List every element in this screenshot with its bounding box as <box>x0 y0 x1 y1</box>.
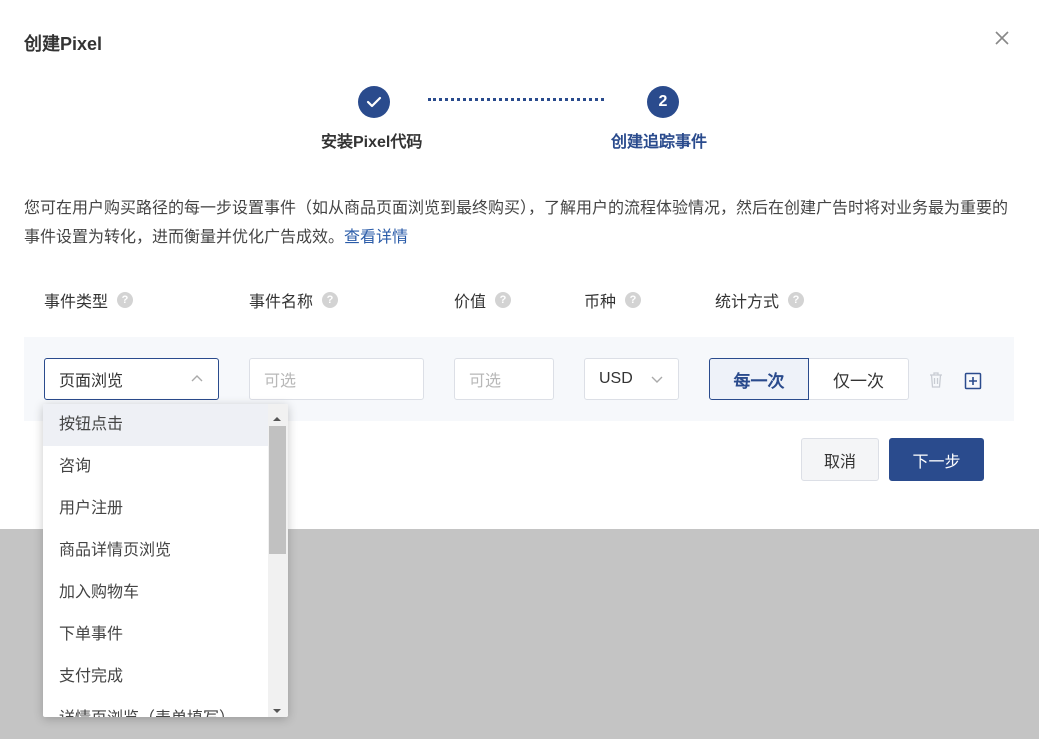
col-event-type-label: 事件类型 <box>44 294 109 311</box>
modal-title: 创建Pixel <box>24 34 103 54</box>
dropdown-option[interactable]: 用户注册 <box>43 488 268 530</box>
chevron-up-icon <box>190 372 204 391</box>
plus-square-icon[interactable] <box>964 372 982 395</box>
event-type-dropdown: 按钮点击 咨询 用户注册 商品详情页浏览 加入购物车 下单事件 支付完成 详情页… <box>43 404 288 717</box>
dropdown-option[interactable]: 商品详情页浏览 <box>43 530 268 572</box>
col-event-name: 事件名称 ? <box>249 288 339 312</box>
dropdown-option[interactable]: 支付完成 <box>43 656 268 698</box>
count-every-button[interactable]: 每一次 <box>709 358 809 400</box>
step-connector <box>428 98 604 101</box>
step-1-label: 安装Pixel代码 <box>321 134 423 151</box>
col-count-method-label: 统计方式 <box>715 294 780 311</box>
col-value-label: 价值 <box>454 294 487 311</box>
currency-value: USD <box>599 370 633 387</box>
cancel-button[interactable]: 取消 <box>801 438 879 481</box>
event-type-value: 页面浏览 <box>59 373 124 390</box>
col-currency-label: 币种 <box>584 294 617 311</box>
help-icon[interactable]: ? <box>322 292 339 308</box>
view-details-link[interactable]: 查看详情 <box>344 229 408 246</box>
event-name-placeholder: 可选 <box>264 373 297 390</box>
trash-icon[interactable] <box>928 371 944 394</box>
dropdown-option[interactable]: 详情页浏览（表单填写） <box>43 698 268 717</box>
step-2-circle: 2 <box>647 86 679 118</box>
description-text: 您可在用户购买路径的每一步设置事件（如从商品页面浏览到最终购买），了解用户的流程… <box>24 200 1009 246</box>
help-icon[interactable]: ? <box>117 292 134 308</box>
col-value: 价值 ? <box>454 288 512 312</box>
scrollbar-thumb[interactable] <box>269 426 286 554</box>
event-name-input[interactable]: 可选 <box>249 358 424 400</box>
next-step-button[interactable]: 下一步 <box>889 438 984 481</box>
check-icon <box>366 95 382 109</box>
value-input[interactable]: 可选 <box>454 358 554 400</box>
col-event-type: 事件类型 ? <box>44 288 134 312</box>
col-currency: 币种 ? <box>584 288 642 312</box>
help-icon[interactable]: ? <box>788 292 805 308</box>
col-count-method: 统计方式 ? <box>715 288 805 312</box>
dropdown-option[interactable]: 下单事件 <box>43 614 268 656</box>
dropdown-option[interactable]: 加入购物车 <box>43 572 268 614</box>
event-type-select[interactable]: 页面浏览 <box>44 358 219 400</box>
description: 您可在用户购买路径的每一步设置事件（如从商品页面浏览到最终购买），了解用户的流程… <box>24 194 1014 252</box>
step-1-circle <box>358 86 390 118</box>
dropdown-option[interactable]: 按钮点击 <box>43 404 268 446</box>
value-placeholder: 可选 <box>469 373 502 390</box>
close-icon[interactable] <box>990 26 1014 50</box>
currency-select[interactable]: USD <box>584 358 679 400</box>
scroll-down-arrow-icon[interactable] <box>272 702 282 717</box>
step-2-label: 创建追踪事件 <box>611 134 708 151</box>
dropdown-option[interactable]: 咨询 <box>43 446 268 488</box>
step-2-number: 2 <box>658 93 668 110</box>
help-icon[interactable]: ? <box>495 292 512 308</box>
col-event-name-label: 事件名称 <box>249 294 314 311</box>
help-icon[interactable]: ? <box>625 292 642 308</box>
chevron-down-icon <box>650 372 664 391</box>
dropdown-list: 按钮点击 咨询 用户注册 商品详情页浏览 加入购物车 下单事件 支付完成 详情页… <box>43 404 268 717</box>
count-once-button[interactable]: 仅一次 <box>809 358 909 400</box>
